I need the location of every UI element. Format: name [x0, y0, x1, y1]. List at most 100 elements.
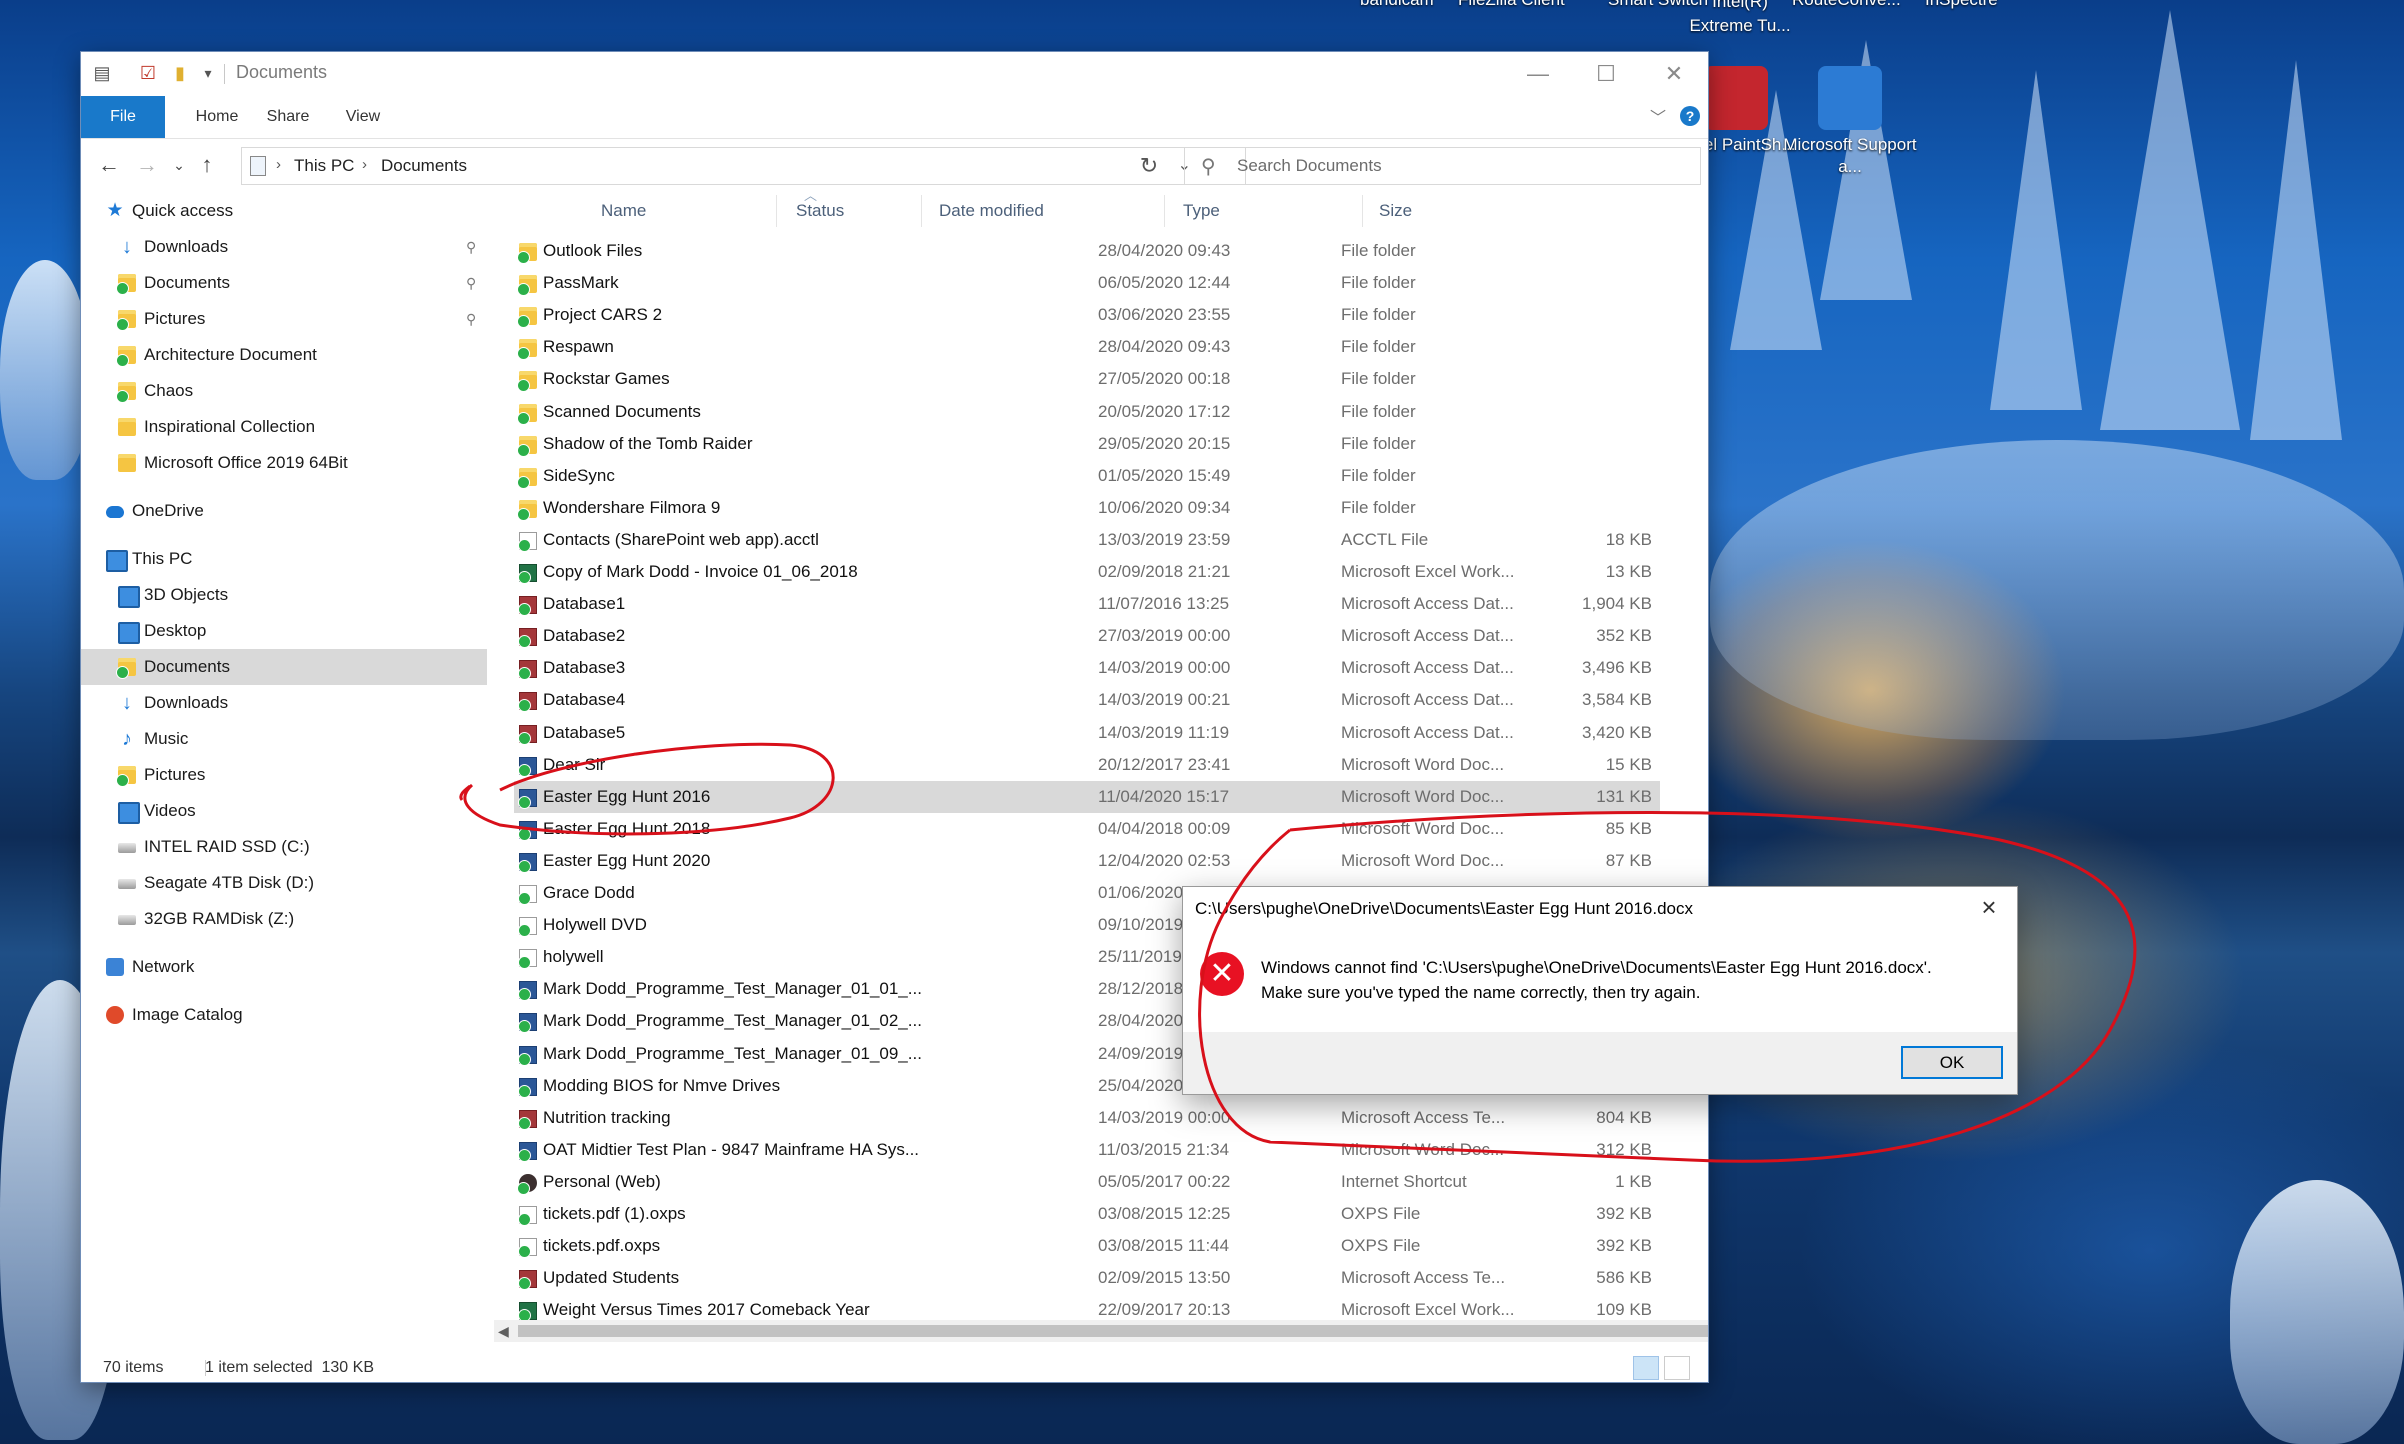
- table-row[interactable]: tickets.pdf.oxps 03/08/2015 11:44 OXPS Fil…: [514, 1230, 1660, 1262]
- table-row[interactable]: Database2 27/03/2019 00:00 Microsoft Acces…: [514, 620, 1660, 652]
- sidebar-item[interactable]: ♪ Music: [81, 721, 487, 757]
- table-row[interactable]: Updated Students 02/09/2015 13:50 Microsof…: [514, 1262, 1660, 1294]
- back-arrow-icon[interactable]: ←: [95, 151, 123, 179]
- sidebar-item[interactable]: 3D Objects: [81, 577, 487, 613]
- tab-view[interactable]: View: [331, 96, 395, 138]
- table-row[interactable]: Easter Egg Hunt 2020 12/04/2020 02:53 Micr…: [514, 845, 1660, 877]
- sidebar-item[interactable]: OneDrive: [81, 493, 487, 529]
- breadcrumb-separator-icon[interactable]: ›: [276, 156, 281, 173]
- column-divider[interactable]: [776, 195, 777, 227]
- close-window-button[interactable]: ✕: [1640, 52, 1708, 96]
- recent-locations-chevron-icon[interactable]: ⌄: [165, 151, 193, 179]
- details-view-icon[interactable]: [1633, 1356, 1659, 1380]
- sidebar-item[interactable]: INTEL RAID SSD (C:): [81, 829, 487, 865]
- column-header-date-modified[interactable]: Date modified: [939, 191, 1044, 231]
- column-header-name[interactable]: Name: [601, 191, 646, 231]
- sidebar-item[interactable]: Documents ⚲: [81, 265, 487, 301]
- up-arrow-icon[interactable]: ↑: [193, 151, 221, 179]
- file-type: File folder: [1341, 305, 1416, 325]
- column-divider[interactable]: [1362, 195, 1363, 227]
- table-row[interactable]: Database5 14/03/2019 11:19 Microsoft Acces…: [514, 717, 1660, 749]
- tab-home[interactable]: Home: [185, 96, 249, 138]
- scrollbar-thumb[interactable]: [518, 1325, 1708, 1337]
- column-header-status[interactable]: Status: [796, 191, 844, 231]
- table-row[interactable]: tickets.pdf (1).oxps 03/08/2015 12:25 OXPS…: [514, 1198, 1660, 1230]
- table-row[interactable]: Database3 14/03/2019 00:00 Microsoft Acces…: [514, 652, 1660, 684]
- pin-icon[interactable]: ⚲: [466, 301, 476, 337]
- desktop-label[interactable]: FileZilla Client: [1458, 0, 1565, 10]
- sidebar-item[interactable]: Pictures ⚲: [81, 301, 487, 337]
- table-row[interactable]: Outlook Files 28/04/2020 09:43 File folder: [514, 235, 1660, 267]
- sidebar-item[interactable]: Desktop: [81, 613, 487, 649]
- window-title: Documents: [236, 62, 328, 82]
- expand-ribbon-chevron-icon[interactable]: ﹀: [1650, 104, 1666, 128]
- table-row[interactable]: PassMark 06/05/2020 12:44 File folder: [514, 267, 1660, 299]
- large-icons-view-icon[interactable]: [1664, 1356, 1690, 1380]
- sidebar-item[interactable]: 32GB RAMDisk (Z:): [81, 901, 487, 937]
- search-box[interactable]: ⚲: [1184, 147, 1701, 185]
- table-row[interactable]: Contacts (SharePoint web app).acctl 13/03…: [514, 524, 1660, 556]
- column-header-type[interactable]: Type: [1183, 191, 1220, 231]
- ok-button[interactable]: OK: [1901, 1046, 2003, 1079]
- pin-icon[interactable]: ⚲: [466, 229, 476, 265]
- table-row[interactable]: Personal (Web) 05/05/2017 00:22 Internet S…: [514, 1166, 1660, 1198]
- pin-icon[interactable]: ⚲: [466, 265, 476, 301]
- help-icon[interactable]: ?: [1680, 106, 1700, 126]
- table-row[interactable]: Nutrition tracking 14/03/2019 00:00 Micros…: [514, 1102, 1660, 1134]
- scroll-left-arrow-icon[interactable]: ◀: [498, 1320, 509, 1342]
- sidebar-item[interactable]: Inspirational Collection: [81, 409, 487, 445]
- address-bar[interactable]: › This PC › Documents ⌄: [241, 147, 1246, 185]
- tab-file[interactable]: File: [81, 96, 165, 138]
- sidebar-item[interactable]: Image Catalog: [81, 997, 487, 1033]
- table-row[interactable]: Database4 14/03/2019 00:21 Microsoft Acces…: [514, 684, 1660, 716]
- column-header-size[interactable]: Size: [1379, 191, 1412, 231]
- table-row[interactable]: SideSync 01/05/2020 15:49 File folder: [514, 460, 1660, 492]
- sidebar-item[interactable]: Microsoft Office 2019 64Bit: [81, 445, 487, 481]
- tab-share[interactable]: Share: [256, 96, 320, 138]
- table-row[interactable]: Copy of Mark Dodd - Invoice 01_06_2018 02…: [514, 556, 1660, 588]
- table-row[interactable]: Dear Sir 20/12/2017 23:41 Microsoft Word D…: [514, 749, 1660, 781]
- new-folder-icon[interactable]: ▮: [169, 62, 191, 84]
- sidebar-item[interactable]: Pictures: [81, 757, 487, 793]
- table-row[interactable]: Easter Egg Hunt 2016 11/04/2020 15:17 Micr…: [514, 780, 1660, 813]
- sidebar-item[interactable]: Architecture Document: [81, 337, 487, 373]
- sidebar-item[interactable]: Videos: [81, 793, 487, 829]
- minimize-button[interactable]: —: [1504, 52, 1572, 96]
- table-row[interactable]: Rockstar Games 27/05/2020 00:18 File folde…: [514, 363, 1660, 395]
- table-row[interactable]: Project CARS 2 03/06/2020 23:55 File folde…: [514, 299, 1660, 331]
- close-icon[interactable]: ×: [1971, 891, 2007, 923]
- sidebar-item[interactable]: Network: [81, 949, 487, 985]
- refresh-icon[interactable]: ↻: [1129, 147, 1169, 185]
- table-row[interactable]: Database1 11/07/2016 13:25 Microsoft Acces…: [514, 588, 1660, 620]
- sidebar-item[interactable]: This PC: [81, 541, 487, 577]
- customize-toolbar-icon[interactable]: ▾: [197, 62, 219, 84]
- breadcrumb-separator-icon[interactable]: ›: [362, 156, 367, 173]
- sidebar-item[interactable]: ↓ Downloads: [81, 685, 487, 721]
- desktop-label[interactable]: Intel(R) Extreme Tu...: [1685, 0, 1795, 38]
- table-row[interactable]: Wondershare Filmora 9 10/06/2020 09:34 Fil…: [514, 492, 1660, 524]
- maximize-button[interactable]: ☐: [1572, 52, 1640, 96]
- desktop-label[interactable]: InSpectre: [1925, 0, 1998, 10]
- checklist-icon[interactable]: ☑: [137, 62, 159, 84]
- sidebar-item[interactable]: ↓ Downloads ⚲: [81, 229, 487, 265]
- sidebar-item[interactable]: Chaos: [81, 373, 487, 409]
- table-row[interactable]: Easter Egg Hunt 2018 04/04/2018 00:09 Micr…: [514, 813, 1660, 845]
- sidebar-item[interactable]: ★ Quick access: [81, 193, 487, 229]
- table-row[interactable]: Shadow of the Tomb Raider 29/05/2020 20:1…: [514, 428, 1660, 460]
- column-divider[interactable]: [921, 195, 922, 227]
- table-row[interactable]: Scanned Documents 20/05/2020 17:12 File fo…: [514, 396, 1660, 428]
- desktop-shortcut-microsoft-support[interactable]: Microsoft Support a...: [1775, 66, 1925, 178]
- horizontal-scrollbar[interactable]: ◀: [494, 1320, 1708, 1342]
- sidebar-item[interactable]: Documents: [81, 649, 487, 685]
- properties-icon[interactable]: ▤: [91, 62, 113, 84]
- column-divider[interactable]: [1164, 195, 1165, 227]
- forward-arrow-icon[interactable]: →: [133, 151, 161, 179]
- table-row[interactable]: Respawn 28/04/2020 09:43 File folder: [514, 331, 1660, 363]
- breadcrumb-this-pc[interactable]: This PC: [294, 156, 354, 176]
- desktop-label[interactable]: RouteConve...: [1792, 0, 1901, 10]
- desktop-label[interactable]: bandicam: [1360, 0, 1434, 10]
- sidebar-item[interactable]: Seagate 4TB Disk (D:): [81, 865, 487, 901]
- breadcrumb-documents[interactable]: Documents: [381, 156, 467, 176]
- table-row[interactable]: OAT Midtier Test Plan - 9847 Mainframe H…: [514, 1134, 1660, 1166]
- search-input[interactable]: [1235, 152, 1679, 180]
